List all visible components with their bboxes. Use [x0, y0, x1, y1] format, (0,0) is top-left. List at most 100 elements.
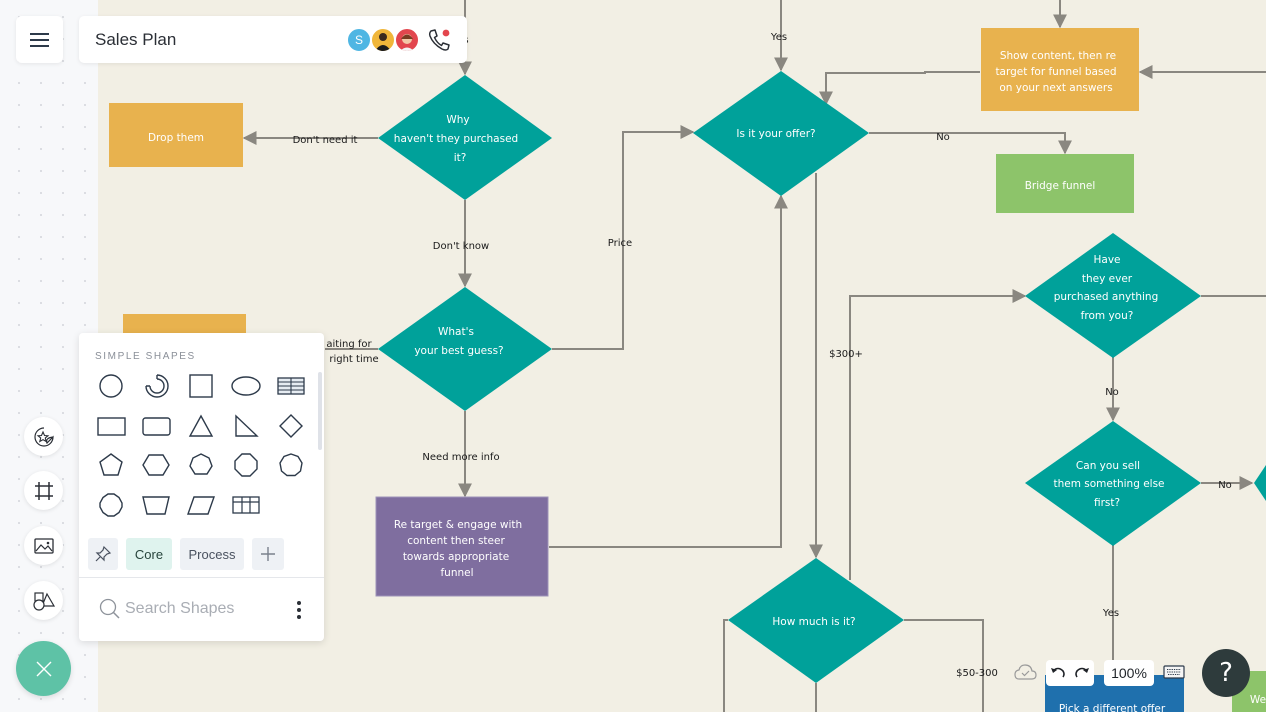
node-text: them something else — [1053, 478, 1164, 490]
node-text: they ever — [1082, 273, 1133, 285]
frame-tool-button[interactable] — [24, 471, 63, 510]
node-right-partial[interactable] — [1254, 465, 1266, 501]
square-shape-icon — [189, 374, 213, 398]
partial-circle-shape-icon — [145, 374, 169, 398]
edge-label: right time — [329, 354, 378, 365]
close-panel-button[interactable] — [16, 641, 71, 696]
shape-circle[interactable] — [91, 369, 131, 403]
image-icon — [33, 537, 54, 554]
right-triangle-shape-icon — [235, 414, 259, 437]
shape-right-triangle[interactable] — [226, 409, 266, 443]
more-options-button[interactable] — [293, 599, 305, 621]
hexagon-shape-icon — [142, 454, 170, 476]
undo-button[interactable] — [1049, 664, 1067, 682]
shape-trapezoid[interactable] — [136, 488, 176, 522]
edge-label: aiting for — [326, 339, 372, 350]
node-text: it? — [454, 152, 467, 164]
shape-decagon[interactable] — [91, 488, 131, 522]
pentagon-shape-icon — [99, 453, 123, 476]
shape-ellipse[interactable] — [226, 369, 266, 403]
node-text: Can you sell — [1076, 460, 1140, 472]
shapes-tool-button[interactable] — [24, 581, 63, 620]
node-text: We — [1250, 694, 1266, 706]
heptagon-shape-icon — [189, 453, 213, 475]
shapes-panel-scrollbar[interactable] — [318, 372, 322, 450]
add-library-tab[interactable] — [252, 538, 284, 570]
frame-icon — [34, 481, 53, 500]
tab-process[interactable]: Process — [180, 538, 244, 570]
edge-label: $300+ — [829, 349, 863, 360]
main-menu-button[interactable] — [16, 16, 63, 63]
shape-nonagon[interactable] — [271, 448, 311, 482]
pin-icon — [95, 545, 112, 562]
sticker-icon — [33, 426, 54, 447]
call-button[interactable] — [426, 27, 452, 53]
edge-label: Need more info — [422, 452, 499, 463]
shape-grid-table[interactable] — [226, 488, 266, 522]
search-icon — [99, 598, 120, 619]
document-title[interactable]: Sales Plan — [95, 30, 176, 50]
stickers-tool-button[interactable] — [24, 417, 63, 456]
shape-diamond[interactable] — [271, 409, 311, 443]
shape-partial-circle[interactable] — [136, 369, 176, 403]
trapezoid-shape-icon — [142, 496, 170, 515]
shape-rectangle[interactable] — [91, 409, 131, 443]
edge-label: No — [1105, 387, 1119, 398]
shape-heptagon[interactable] — [181, 448, 221, 482]
ellipse-shape-icon — [231, 376, 261, 396]
node-text: haven't they purchased — [394, 133, 518, 145]
person-photo-icon — [375, 33, 391, 51]
node-text: target for funnel based — [995, 66, 1116, 78]
edge-label: Price — [608, 238, 632, 249]
kebab-menu-icon — [293, 601, 305, 619]
node-text: purchased anything — [1054, 291, 1159, 303]
search-shapes-input[interactable] — [125, 597, 275, 621]
node-text: your best guess? — [414, 345, 503, 357]
close-icon — [36, 661, 51, 676]
table-shape-icon — [277, 377, 305, 395]
shape-triangle[interactable] — [181, 409, 221, 443]
octagon-shape-icon — [234, 453, 258, 477]
collaborator-avatar[interactable]: S — [347, 28, 371, 52]
node-text: Re target & engage with — [394, 519, 522, 531]
rounded-rectangle-shape-icon — [142, 417, 171, 436]
node-text: Have — [1093, 254, 1120, 266]
redo-button[interactable] — [1073, 664, 1091, 682]
edge-how-much-left — [723, 619, 728, 712]
collaborator-avatar[interactable] — [371, 28, 395, 52]
rectangle-shape-icon — [97, 417, 126, 436]
collaborator-avatar[interactable] — [395, 28, 419, 52]
node-text: Show content, then re — [1000, 50, 1116, 62]
tab-core[interactable]: Core — [126, 538, 172, 570]
node-text: on your next answers — [999, 82, 1112, 94]
edge-retarget-to-offer — [549, 194, 788, 548]
image-tool-button[interactable] — [24, 526, 63, 565]
zoom-level-button[interactable]: 100% — [1104, 660, 1154, 686]
keyboard-shortcuts-icon[interactable] — [1163, 664, 1185, 680]
shape-square[interactable] — [181, 369, 221, 403]
node-text: first? — [1094, 497, 1120, 509]
node-text: What's — [438, 326, 474, 338]
edge-label: Yes — [770, 32, 787, 43]
decagon-shape-icon — [99, 493, 123, 517]
edge-label: No — [1218, 480, 1232, 491]
hamburger-icon — [30, 33, 49, 47]
panel-divider — [79, 577, 324, 578]
node-text: Why — [446, 114, 469, 126]
phone-icon — [428, 29, 450, 51]
shape-octagon[interactable] — [226, 448, 266, 482]
undo-icon — [1051, 667, 1065, 678]
shape-pentagon[interactable] — [91, 448, 131, 482]
undo-redo-group — [1046, 660, 1094, 686]
node-text: from you? — [1081, 310, 1134, 322]
help-button[interactable]: ? — [1202, 649, 1250, 697]
shape-table[interactable] — [271, 369, 311, 403]
cloud-saved-icon — [1014, 664, 1037, 680]
person-photo-icon — [400, 34, 414, 51]
shape-parallelogram[interactable] — [181, 488, 221, 522]
circle-shape-icon — [99, 374, 123, 398]
shape-hexagon[interactable] — [136, 448, 176, 482]
shape-rounded-rectangle[interactable] — [136, 409, 176, 443]
pinned-tab[interactable] — [88, 538, 118, 570]
edge-offer-no-to-bridge — [869, 132, 1072, 155]
